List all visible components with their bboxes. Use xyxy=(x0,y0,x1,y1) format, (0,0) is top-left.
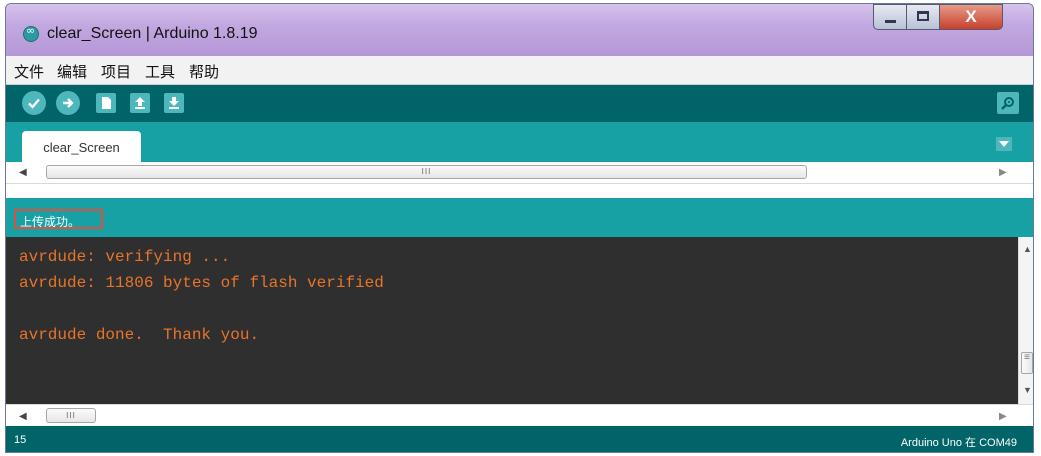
scroll-thumb[interactable]: III xyxy=(46,408,96,423)
open-button[interactable] xyxy=(130,93,150,113)
title-bar[interactable]: clear_Screen | Arduino 1.8.19 X xyxy=(6,4,1033,56)
menu-bar: 文件 编辑 项目 工具 帮助 xyxy=(6,56,1033,85)
verify-button[interactable] xyxy=(22,91,46,115)
tab-label: clear_Screen xyxy=(43,140,120,155)
console-vertical-scrollbar[interactable]: ▲ ≡ ▼ xyxy=(1018,237,1033,404)
console-line: avrdude done. Thank you. xyxy=(19,326,260,344)
verify-icon xyxy=(28,98,40,109)
upload-button[interactable] xyxy=(56,91,80,115)
arduino-ide-window: clear_Screen | Arduino 1.8.19 X 文件 编辑 项目… xyxy=(5,3,1034,453)
scroll-up-icon[interactable]: ▲ xyxy=(1023,244,1032,254)
tab-menu-dropdown[interactable] xyxy=(996,137,1012,151)
scroll-right-icon[interactable]: ▶ xyxy=(999,411,1007,422)
minimize-icon xyxy=(885,20,896,23)
save-icon xyxy=(169,97,179,109)
arduino-app-icon xyxy=(23,24,39,42)
scroll-left-icon[interactable]: ◀ xyxy=(19,411,27,422)
maximize-icon xyxy=(917,11,929,21)
scroll-left-icon[interactable]: ◀ xyxy=(19,167,27,178)
menu-edit[interactable]: 编辑 xyxy=(57,61,87,82)
new-button[interactable] xyxy=(96,93,116,113)
scroll-down-icon[interactable]: ▼ xyxy=(1023,385,1032,395)
close-button[interactable]: X xyxy=(939,4,1003,30)
line-number: 15 xyxy=(14,434,27,446)
console-line: avrdude: 11806 bytes of flash verified xyxy=(19,274,384,292)
scroll-right-icon[interactable]: ▶ xyxy=(999,167,1007,178)
new-icon xyxy=(102,97,111,109)
console-line: avrdude: verifying ... xyxy=(19,248,231,266)
save-button[interactable] xyxy=(164,93,184,113)
maximize-button[interactable] xyxy=(906,4,940,30)
status-message: 上传成功。 xyxy=(20,215,81,229)
open-icon xyxy=(135,97,145,109)
footer-bar: 15 Arduino Uno 在 COM49 xyxy=(6,426,1033,452)
scroll-thumb[interactable]: III xyxy=(46,165,807,179)
serial-monitor-icon xyxy=(1001,97,1014,110)
editor-area[interactable] xyxy=(6,184,1033,198)
minimize-button[interactable] xyxy=(873,4,907,30)
editor-horizontal-scrollbar[interactable]: ◀ III ▶ xyxy=(6,162,1033,184)
board-port-info: Arduino Uno 在 COM49 xyxy=(900,437,1017,449)
serial-monitor-button[interactable] xyxy=(997,92,1019,114)
vertical-scroll-thumb[interactable]: ≡ xyxy=(1021,352,1033,374)
menu-sketch[interactable]: 项目 xyxy=(101,61,131,82)
tab-bar: clear_Screen xyxy=(6,122,1033,162)
close-icon: X xyxy=(965,7,977,26)
upload-icon xyxy=(63,98,74,108)
menu-tools[interactable]: 工具 xyxy=(145,61,175,82)
status-highlight: 上传成功。 xyxy=(14,209,103,229)
console-output[interactable]: avrdude: verifying ... avrdude: 11806 by… xyxy=(6,237,1018,404)
menu-file[interactable]: 文件 xyxy=(14,61,44,82)
status-bar: 上传成功。 xyxy=(6,198,1033,237)
window-title: clear_Screen | Arduino 1.8.19 xyxy=(47,25,258,42)
tab-clear-screen[interactable]: clear_Screen xyxy=(22,131,141,162)
menu-help[interactable]: 帮助 xyxy=(189,61,219,82)
console-horizontal-scrollbar[interactable]: ◀ III ▶ xyxy=(6,404,1033,426)
toolbar xyxy=(6,85,1033,122)
